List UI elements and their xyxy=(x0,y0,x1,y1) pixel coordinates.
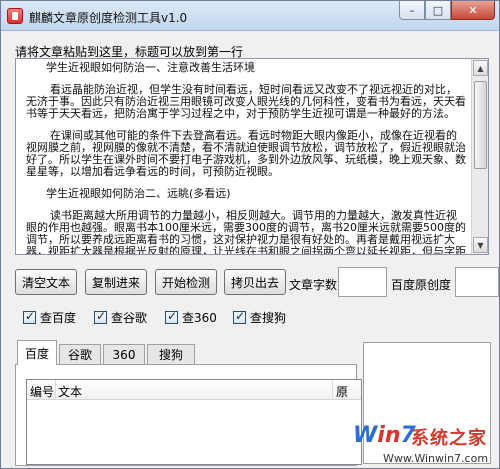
check-sogou-label: 查搜狗 xyxy=(250,311,287,325)
app-window: 麒麟文章原创度检测工具v1.0 – □ ✕ 请将文章粘贴到这里，标题可以放到第一… xyxy=(0,0,500,469)
column-divider[interactable] xyxy=(55,380,56,400)
check-baidu-label: 查百度 xyxy=(40,311,77,325)
paste-in-button[interactable]: 复制进来 xyxy=(85,269,147,295)
checkbox-checked-icon[interactable] xyxy=(233,309,246,324)
minimize-button[interactable]: – xyxy=(399,1,425,20)
vertical-scrollbar[interactable]: ▲ ▼ xyxy=(471,59,488,254)
tab-baidu[interactable]: 百度 xyxy=(17,340,57,365)
tab-360[interactable]: 360 xyxy=(103,344,145,364)
check-sogou[interactable]: 查搜狗 xyxy=(233,309,286,326)
scroll-up-icon[interactable]: ▲ xyxy=(473,60,488,76)
scroll-thumb[interactable] xyxy=(474,81,487,169)
baidu-originality-label: 百度原创度 xyxy=(391,278,452,292)
article-paragraph: 读书距离越大所用调节的力量越小，相反则越大。调节用的力量越大，激发真性近视眼的作… xyxy=(26,209,466,255)
column-text[interactable]: 文本 xyxy=(58,383,82,400)
app-logo-icon xyxy=(7,8,23,24)
checkbox-checked-icon[interactable] xyxy=(23,309,36,324)
results-list-header: 编号 文本 原 xyxy=(27,380,361,400)
watermark-logo: Win7 xyxy=(353,423,416,448)
checkbox-checked-icon[interactable] xyxy=(94,309,107,324)
tab-bar: 百度 谷歌 360 搜狗 xyxy=(15,340,357,365)
start-detect-button[interactable]: 开始检测 xyxy=(155,269,217,295)
article-paragraph: 在课间或其他可能的条件下去登高看远。看远时物距大眼内像距小，成像在近视看的视网膜… xyxy=(26,129,466,178)
results-list[interactable]: 编号 文本 原 xyxy=(26,379,362,465)
check-google[interactable]: 查谷歌 xyxy=(94,309,147,326)
window-controls: – □ ✕ xyxy=(399,1,495,21)
watermark-url: Www.Winwin7.com xyxy=(383,452,489,465)
check-360-label: 查360 xyxy=(182,311,217,325)
scroll-down-icon[interactable]: ▼ xyxy=(473,237,488,253)
char-count-label: 文章字数 xyxy=(289,278,338,292)
char-count-field[interactable] xyxy=(338,267,387,297)
column-number[interactable]: 编号 xyxy=(30,383,54,400)
article-textarea[interactable]: 学生近视眼如何防治一、注意改善生活环境 看远晶能防治近视，但学生没有时间看远，短… xyxy=(15,58,489,255)
title-bar[interactable]: 麒麟文章原创度检测工具v1.0 – □ ✕ xyxy=(1,1,499,31)
checkbox-checked-icon[interactable] xyxy=(165,309,178,324)
results-tabs: 百度 谷歌 360 搜狗 编号 文本 原 xyxy=(15,340,362,466)
article-paragraph: 学生近视眼如何防治一、注意改善生活环境 xyxy=(46,61,255,74)
clear-text-button[interactable]: 清空文本 xyxy=(15,269,77,295)
column-originality[interactable]: 原 xyxy=(336,383,348,400)
close-button[interactable]: ✕ xyxy=(451,1,495,20)
article-paragraph: 看远晶能防治近视，但学生没有时间看远，短时间看远又改变不了视远视近的对比，无济于… xyxy=(26,83,466,120)
copy-out-button[interactable]: 拷贝出去 xyxy=(224,269,286,295)
check-baidu[interactable]: 查百度 xyxy=(23,309,76,326)
check-google-label: 查谷歌 xyxy=(111,311,148,325)
maximize-button[interactable]: □ xyxy=(425,1,451,20)
site-watermark: Win7 系统之家 Www.Winwin7.com xyxy=(353,419,499,469)
column-divider[interactable] xyxy=(332,380,333,400)
tab-sogou[interactable]: 搜狗 xyxy=(147,344,195,364)
watermark-name: 系统之家 xyxy=(411,428,487,449)
baidu-originality-field[interactable] xyxy=(455,267,499,297)
tab-google[interactable]: 谷歌 xyxy=(59,344,101,364)
check-360[interactable]: 查360 xyxy=(165,309,217,326)
article-text[interactable]: 学生近视眼如何防治一、注意改善生活环境 看远晶能防治近视，但学生没有时间看远，短… xyxy=(16,59,471,255)
article-paragraph: 学生近视眼如何防治二、远眺(多看远) xyxy=(46,187,231,200)
watermark-logo-in: in xyxy=(377,423,401,448)
watermark-logo-w: W xyxy=(353,423,378,448)
tab-panel-baidu: 编号 文本 原 xyxy=(15,364,362,466)
window-title: 麒麟文章原创度检测工具v1.0 xyxy=(29,11,188,25)
